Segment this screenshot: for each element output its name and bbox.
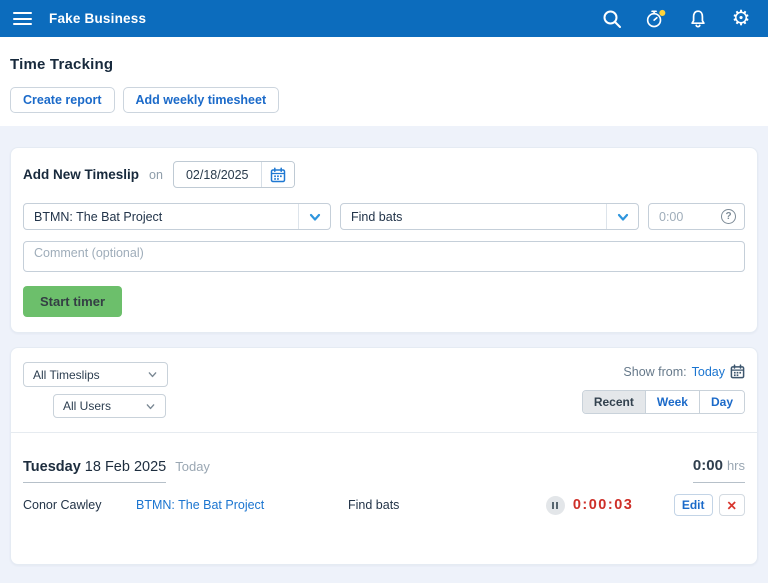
- add-weekly-timesheet-button[interactable]: Add weekly timesheet: [122, 87, 280, 113]
- notification-dot: [659, 9, 666, 16]
- edit-button[interactable]: Edit: [673, 494, 713, 516]
- header-actions: Create report Add weekly timesheet: [10, 87, 758, 113]
- hours-unit: hrs: [726, 458, 745, 473]
- users-filter-value: All Users: [63, 399, 112, 413]
- add-timeslip-header: Add New Timeslip on 02/18/2025: [23, 161, 745, 188]
- show-from-label: Show from:: [623, 364, 687, 379]
- gear-icon[interactable]: ⚙: [730, 8, 752, 30]
- bell-icon[interactable]: [687, 8, 709, 30]
- timeslip-project-link[interactable]: BTMN: The Bat Project: [136, 498, 348, 512]
- timeslips-filter-value: All Timeslips: [33, 367, 100, 382]
- day-title: Tuesday 18 Feb 2025: [23, 459, 167, 483]
- view-controls: Show from: Today Recent Week Day: [581, 362, 745, 414]
- task-select[interactable]: Find bats: [340, 203, 639, 230]
- timeslip-actions: Edit ✕: [673, 494, 745, 516]
- timeslip-task: Find bats: [348, 498, 400, 512]
- show-from-today-link[interactable]: Today: [692, 365, 725, 379]
- menu-icon[interactable]: [13, 12, 32, 25]
- on-label: on: [149, 167, 163, 182]
- comment-input[interactable]: [23, 241, 745, 272]
- date-value[interactable]: 02/18/2025: [174, 162, 261, 187]
- chevron-down-icon[interactable]: [298, 204, 330, 229]
- help-icon[interactable]: ?: [721, 209, 736, 224]
- timeslip-row: Conor Cawley BTMN: The Bat Project Find …: [23, 494, 745, 516]
- timeslip-inputs-row: BTMN: The Bat Project Find bats ?: [23, 203, 745, 230]
- tab-week[interactable]: Week: [645, 391, 700, 413]
- show-from: Show from: Today: [582, 364, 745, 379]
- filters-row: All Timeslips All Users Show from: Today: [23, 362, 745, 418]
- users-filter-select[interactable]: All Users: [53, 394, 166, 418]
- day-date: 18 Feb 2025: [80, 459, 167, 475]
- top-navigation-bar: Fake Business ⚙: [0, 0, 768, 37]
- search-icon[interactable]: [601, 8, 623, 30]
- chevron-down-icon[interactable]: [606, 204, 638, 229]
- divider: [11, 432, 757, 433]
- tab-recent[interactable]: Recent: [582, 391, 646, 413]
- today-badge: Today: [175, 459, 210, 474]
- topbar-actions: ⚙: [601, 8, 752, 30]
- chevron-down-icon: [148, 372, 157, 378]
- add-timeslip-card: Add New Timeslip on 02/18/2025 BTMN: The…: [10, 147, 758, 333]
- add-timeslip-title: Add New Timeslip: [23, 167, 140, 182]
- chevron-down-icon: [146, 403, 155, 409]
- project-select[interactable]: BTMN: The Bat Project: [23, 203, 331, 230]
- comment-row: [23, 241, 745, 272]
- timer-icon[interactable]: [644, 8, 666, 30]
- task-select-value: Find bats: [351, 209, 403, 224]
- view-tabs: Recent Week Day: [581, 390, 745, 414]
- filter-selects: All Timeslips All Users: [23, 362, 168, 418]
- calendar-icon[interactable]: [260, 162, 294, 187]
- day-total: 0:00 hrs: [692, 457, 745, 483]
- page-header: Time Tracking Create report Add weekly t…: [0, 37, 768, 126]
- main-content: Add New Timeslip on 02/18/2025 BTMN: The…: [0, 126, 768, 565]
- business-name: Fake Business: [49, 11, 147, 26]
- create-report-button[interactable]: Create report: [10, 87, 115, 113]
- timeslip-list-card: All Timeslips All Users Show from: Today: [10, 347, 758, 565]
- calendar-icon[interactable]: [730, 364, 745, 379]
- timeslips-filter-select[interactable]: All Timeslips: [23, 362, 168, 387]
- total-hours: 0:00: [692, 457, 723, 474]
- day-header: Tuesday 18 Feb 2025 Today 0:00 hrs: [23, 457, 745, 483]
- day-weekday: Tuesday: [23, 459, 81, 475]
- running-timer-value: 0:00:03: [572, 497, 634, 513]
- duration-field: ?: [648, 203, 745, 230]
- day-header-left: Tuesday 18 Feb 2025 Today: [23, 459, 210, 483]
- duration-input[interactable]: [651, 209, 721, 224]
- page-title: Time Tracking: [10, 56, 114, 73]
- date-picker[interactable]: 02/18/2025: [172, 161, 295, 188]
- project-select-value: BTMN: The Bat Project: [34, 209, 163, 224]
- pause-icon[interactable]: [545, 495, 565, 515]
- start-timer-button[interactable]: Start timer: [23, 286, 123, 317]
- timeslip-timer: 0:00:03: [526, 495, 674, 515]
- timeslip-user: Conor Cawley: [23, 498, 102, 512]
- tab-day[interactable]: Day: [699, 391, 744, 413]
- delete-button[interactable]: ✕: [718, 494, 745, 516]
